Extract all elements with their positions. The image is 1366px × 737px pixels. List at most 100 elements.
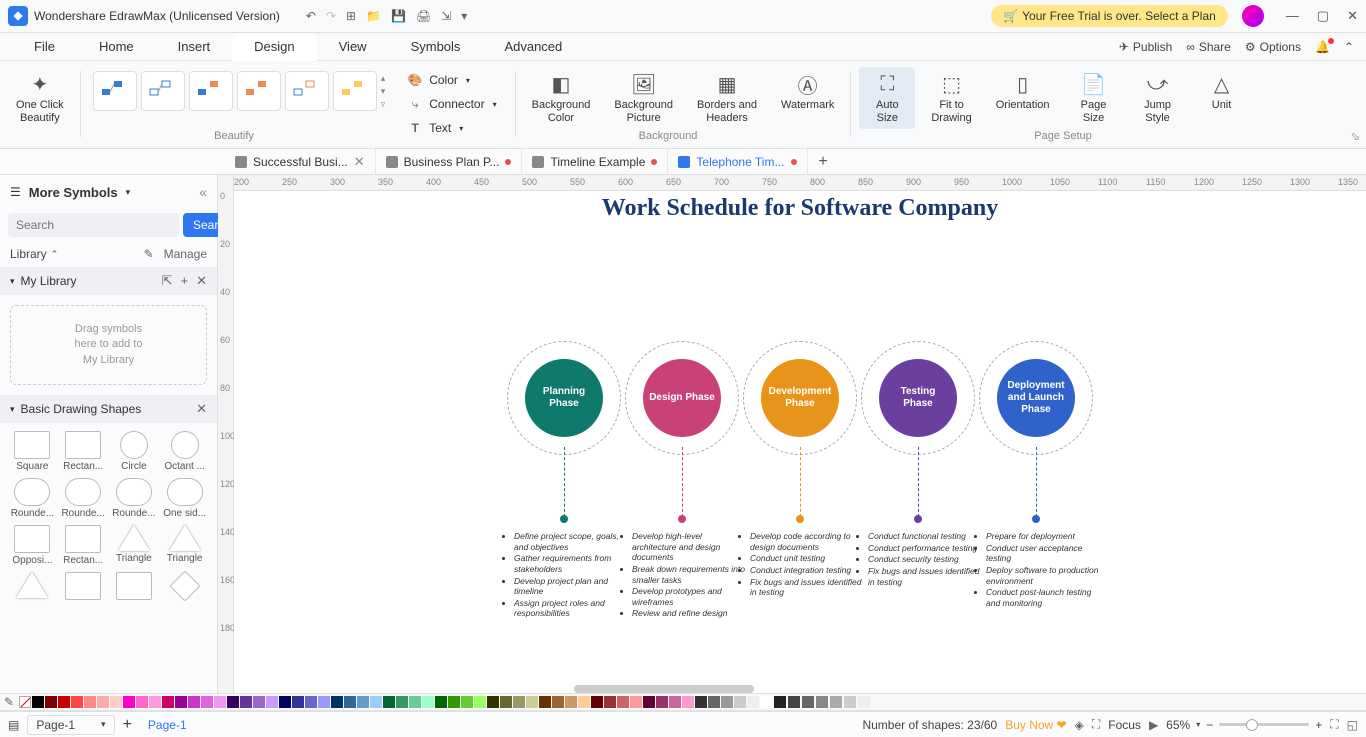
menu-insert[interactable]: Insert <box>156 33 233 61</box>
eyedropper-icon[interactable]: ✎ <box>4 695 14 709</box>
phase-2[interactable]: DevelopmentPhaseDevelop code according t… <box>753 347 847 437</box>
color-swatch[interactable] <box>604 696 616 708</box>
library-drop-zone[interactable]: Drag symbols here to add to My Library <box>10 305 207 385</box>
color-swatch[interactable] <box>734 696 746 708</box>
ribbon-launcher-icon[interactable]: ⬂ <box>1351 130 1360 146</box>
watermark-button[interactable]: ⒶWatermark <box>773 67 842 116</box>
theme-up-icon[interactable]: ▴ <box>381 73 386 84</box>
basic-shapes-section[interactable]: ▾Basic Drawing Shapes ✕ <box>0 395 217 423</box>
shape-rounde[interactable]: Rounde... <box>110 478 159 519</box>
shape-rectan[interactable]: Rectan... <box>59 525 108 566</box>
phase-0[interactable]: PlanningPhaseDefine project scope, goals… <box>517 347 611 437</box>
color-swatch[interactable] <box>45 696 57 708</box>
library-label[interactable]: Library <box>10 247 47 261</box>
close-button[interactable]: ✕ <box>1347 8 1358 24</box>
page-selector[interactable]: Page-1▾ <box>27 715 114 735</box>
user-avatar[interactable] <box>1242 5 1264 27</box>
page-tab[interactable]: Page-1 <box>140 718 195 732</box>
zoom-out-button[interactable]: − <box>1206 718 1213 732</box>
horizontal-scrollbar[interactable] <box>574 685 754 693</box>
theme-down-icon[interactable]: ▾ <box>381 86 386 97</box>
color-swatch[interactable] <box>578 696 590 708</box>
color-swatch[interactable] <box>162 696 174 708</box>
buy-now-link[interactable]: Buy Now ❤ <box>1005 718 1066 732</box>
color-swatch[interactable] <box>656 696 668 708</box>
shape-triangle[interactable]: Triangle <box>110 525 159 566</box>
doc-tab-3[interactable]: Telephone Tim... <box>668 149 808 175</box>
drawing-canvas[interactable]: Work Schedule for Software Company Plann… <box>234 191 1366 693</box>
color-swatch[interactable] <box>760 696 772 708</box>
maximize-button[interactable]: ▢ <box>1317 8 1329 24</box>
color-swatch[interactable] <box>708 696 720 708</box>
color-swatch[interactable] <box>630 696 642 708</box>
color-swatch[interactable] <box>816 696 828 708</box>
menu-file[interactable]: File <box>12 33 77 61</box>
manage-link[interactable]: Manage <box>164 247 207 261</box>
doc-tab-0[interactable]: Successful Busi...✕ <box>225 149 376 175</box>
fullscreen-icon[interactable]: ◱ <box>1347 718 1358 732</box>
shape-rounde[interactable]: Rounde... <box>8 478 57 519</box>
fit-drawing-button[interactable]: ⬚Fit to Drawing <box>923 67 979 129</box>
menu-advanced[interactable]: Advanced <box>482 33 584 61</box>
close-section-icon[interactable]: ✕ <box>196 273 207 289</box>
focus-mode-icon[interactable]: ⛶ <box>1092 717 1100 732</box>
color-swatch[interactable] <box>422 696 434 708</box>
one-click-beautify-button[interactable]: ✦ One Click Beautify <box>8 67 72 129</box>
shape-extra-2[interactable] <box>110 572 159 600</box>
color-swatch[interactable] <box>383 696 395 708</box>
color-swatch[interactable] <box>409 696 421 708</box>
import-icon[interactable]: ⇱ <box>162 273 173 289</box>
undo-icon[interactable]: ↶ <box>306 9 316 23</box>
color-swatch[interactable] <box>305 696 317 708</box>
search-input[interactable] <box>8 213 179 237</box>
shape-circle[interactable]: Circle <box>110 431 159 472</box>
color-swatch[interactable] <box>344 696 356 708</box>
color-swatch[interactable] <box>844 696 856 708</box>
color-swatch[interactable] <box>97 696 109 708</box>
color-swatch[interactable] <box>487 696 499 708</box>
color-swatch[interactable] <box>71 696 83 708</box>
save-icon[interactable]: 💾 <box>391 9 406 23</box>
color-swatch[interactable] <box>149 696 161 708</box>
sidebar-collapse-icon[interactable]: « <box>199 184 207 200</box>
shape-opposi[interactable]: Opposi... <box>8 525 57 566</box>
close-tab-icon[interactable]: ✕ <box>354 154 365 170</box>
color-swatch[interactable] <box>357 696 369 708</box>
color-swatch[interactable] <box>175 696 187 708</box>
unit-button[interactable]: △Unit <box>1194 67 1250 116</box>
color-swatch[interactable] <box>201 696 213 708</box>
connector-button[interactable]: ⤷Connector▾ <box>403 93 500 115</box>
color-swatch[interactable] <box>565 696 577 708</box>
color-swatch[interactable] <box>774 696 786 708</box>
options-button[interactable]: ⚙Options <box>1245 40 1301 54</box>
color-swatch[interactable] <box>435 696 447 708</box>
color-swatch[interactable] <box>136 696 148 708</box>
page-size-button[interactable]: 📄Page Size <box>1066 67 1122 129</box>
theme-option-6[interactable] <box>333 71 377 111</box>
shape-rounde[interactable]: Rounde... <box>59 478 108 519</box>
color-swatch[interactable] <box>695 696 707 708</box>
color-swatch[interactable] <box>858 696 870 708</box>
color-swatch[interactable] <box>214 696 226 708</box>
bg-picture-button[interactable]: 🖼Background Picture <box>606 67 681 129</box>
color-swatch[interactable] <box>643 696 655 708</box>
color-swatch[interactable] <box>788 696 800 708</box>
color-swatch[interactable] <box>227 696 239 708</box>
minimize-button[interactable]: — <box>1286 8 1299 24</box>
color-swatch[interactable] <box>591 696 603 708</box>
shape-triangle[interactable]: Triangle <box>160 525 209 566</box>
zoom-in-button[interactable]: + <box>1315 718 1322 732</box>
color-swatch[interactable] <box>474 696 486 708</box>
doc-tab-1[interactable]: Business Plan P... <box>376 149 523 175</box>
zoom-level[interactable]: 65% <box>1166 718 1190 732</box>
hamburger-icon[interactable]: ☰ <box>10 185 21 199</box>
color-swatch[interactable] <box>188 696 200 708</box>
close-section-icon[interactable]: ✕ <box>196 401 207 417</box>
open-icon[interactable]: 📁 <box>366 9 381 23</box>
notifications-button[interactable]: 🔔 <box>1315 40 1330 54</box>
shape-square[interactable]: Square <box>8 431 57 472</box>
color-swatch[interactable] <box>539 696 551 708</box>
shape-extra-3[interactable] <box>160 572 209 600</box>
theme-more-icon[interactable]: ▿ <box>381 99 386 110</box>
theme-option-1[interactable] <box>93 71 137 111</box>
